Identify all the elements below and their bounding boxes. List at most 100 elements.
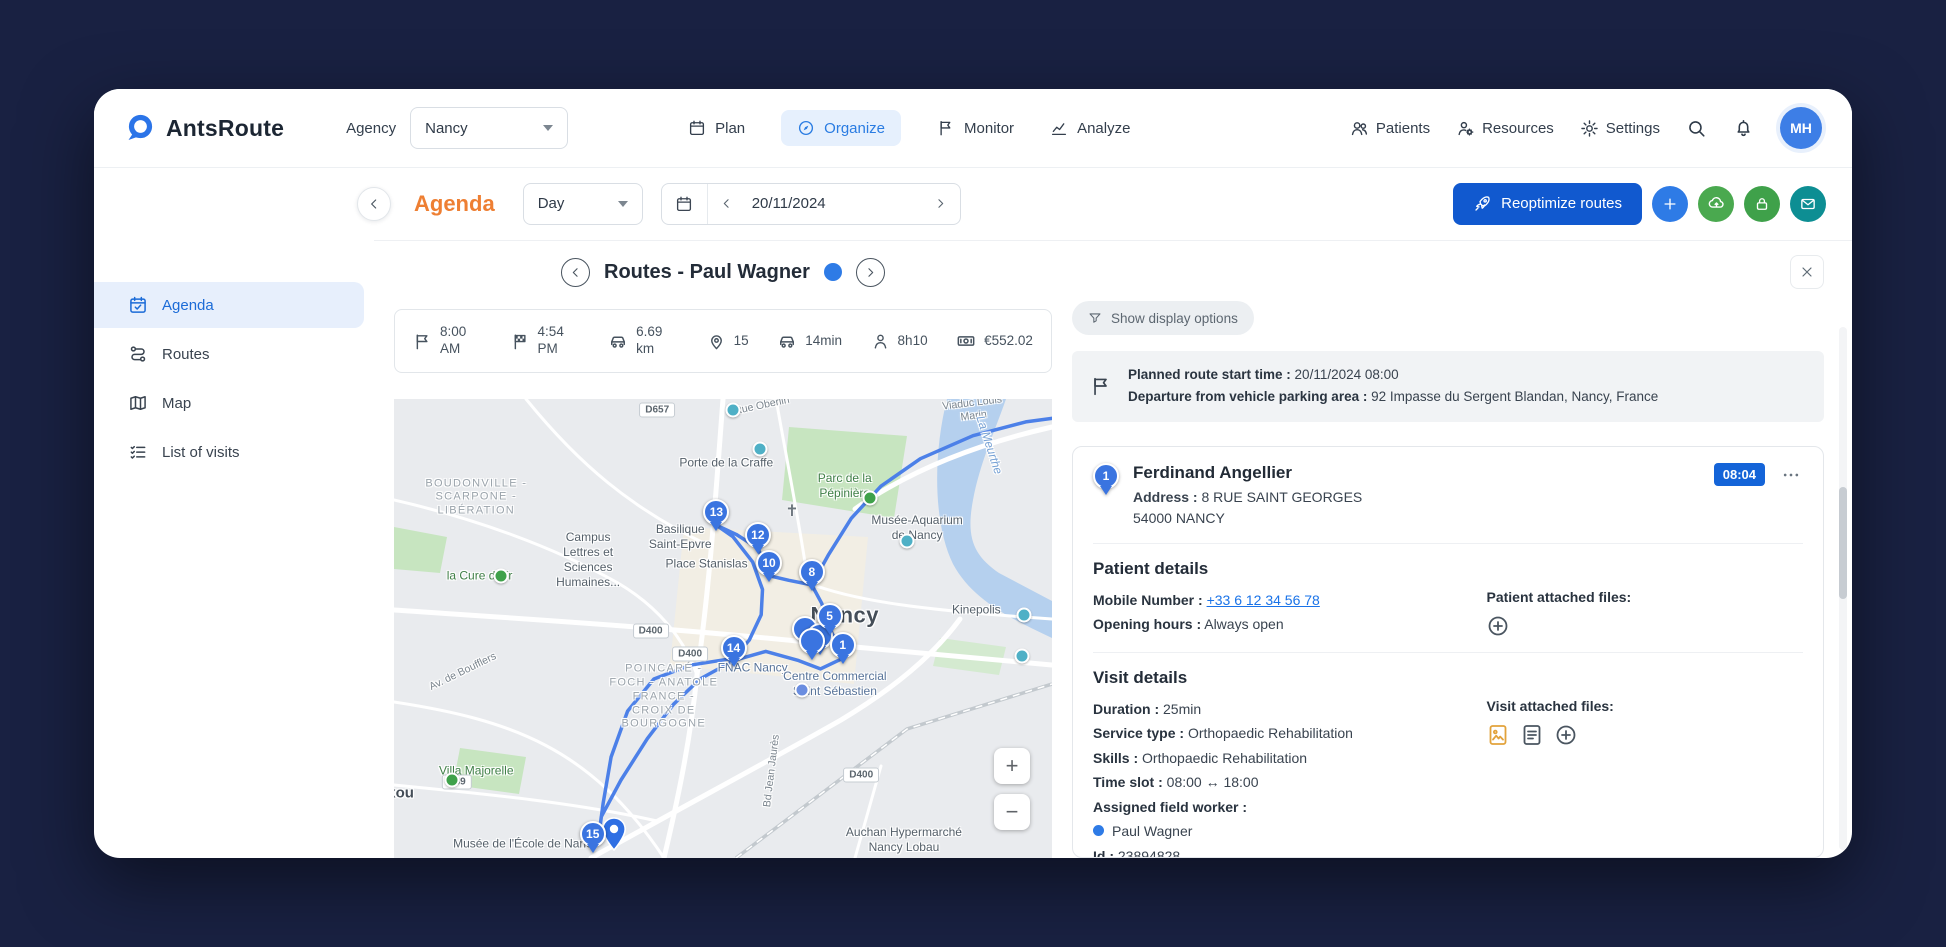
add-patient-file-icon[interactable] xyxy=(1486,614,1510,638)
nav-label: Settings xyxy=(1606,120,1660,137)
antsroute-logo[interactable]: AntsRoute xyxy=(124,112,284,144)
nav-item-monitor[interactable]: Monitor xyxy=(937,110,1014,146)
zoom-in-button[interactable]: + xyxy=(994,748,1030,784)
route-color-dot xyxy=(824,263,842,281)
map-marker-14[interactable]: 14 xyxy=(721,635,747,661)
map-marker-10[interactable]: 10 xyxy=(756,550,782,576)
map-label: Kinepolis xyxy=(952,603,1001,618)
road-badge: D657 xyxy=(639,403,675,418)
brand-name: AntsRoute xyxy=(166,115,284,142)
map-marker-5[interactable]: 5 xyxy=(817,603,843,629)
top-navbar: AntsRoute Agency Nancy Plan Organize Mon… xyxy=(94,89,1852,167)
road-badge: D400 xyxy=(633,623,669,638)
zoom-out-button[interactable]: − xyxy=(994,794,1030,830)
poi-icon xyxy=(1016,607,1031,622)
map-label: Bd Jean Jaurès xyxy=(761,734,783,808)
user-avatar[interactable]: MH xyxy=(1780,107,1822,149)
search-button[interactable] xyxy=(1686,118,1707,139)
scrollbar-thumb[interactable] xyxy=(1839,487,1847,599)
nav-label: Patients xyxy=(1376,120,1430,137)
nav-item-organize[interactable]: Organize xyxy=(781,110,901,146)
agency-label: Agency xyxy=(346,120,396,137)
map-marker-8[interactable]: 8 xyxy=(799,559,825,585)
car-icon xyxy=(777,331,797,351)
compass-icon xyxy=(797,119,815,137)
send-mail-button[interactable] xyxy=(1790,186,1826,222)
reoptimize-routes-button[interactable]: Reoptimize routes xyxy=(1453,183,1642,225)
show-display-options-button[interactable]: Show display options xyxy=(1072,301,1254,335)
nav-item-analyze[interactable]: Analyze xyxy=(1050,110,1130,146)
next-route-button[interactable] xyxy=(856,258,885,287)
route-panel: Routes - Paul Wagner 8:00 AM xyxy=(394,241,1052,858)
sidebar-item-label: Map xyxy=(162,395,191,412)
nav-item-patients[interactable]: Patients xyxy=(1350,110,1430,147)
route-map[interactable]: Rue OberlinViaduc Louis MarinLa MeurtheP… xyxy=(394,399,1052,858)
map-zoom-controls: + − xyxy=(994,748,1030,830)
sidebar-item-routes[interactable]: Routes xyxy=(94,331,364,377)
more-options-icon xyxy=(1781,465,1801,485)
map-label: Campus Lettres et Sciences Humaines... xyxy=(556,530,620,590)
map-label: Musée de l'École de Nancy xyxy=(453,837,598,852)
nav-item-plan[interactable]: Plan xyxy=(688,110,745,146)
map-marker-15[interactable]: 15 xyxy=(580,821,606,847)
previous-day-button[interactable] xyxy=(708,184,746,224)
calendar-icon xyxy=(675,195,693,213)
map-label: Rue Oberlin xyxy=(734,399,792,418)
map-label: POINCARÉ - FOCH - ANATOLE FRANCE - CROIX… xyxy=(609,663,718,732)
chart-icon xyxy=(1050,119,1068,137)
previous-route-button[interactable] xyxy=(561,258,590,287)
nav-item-resources[interactable]: Resources xyxy=(1456,110,1554,147)
lock-button[interactable] xyxy=(1744,186,1780,222)
sidebar: Agenda Routes Map List of visits xyxy=(94,167,374,858)
calendar-button[interactable] xyxy=(662,184,708,224)
sidebar-item-list-of-visits[interactable]: List of visits xyxy=(94,429,364,475)
add-visit-file-icon[interactable] xyxy=(1554,723,1578,747)
sidebar-item-agenda[interactable]: Agenda xyxy=(94,282,364,328)
nav-item-settings[interactable]: Settings xyxy=(1580,110,1660,147)
search-icon xyxy=(1686,118,1707,139)
map-marker-13[interactable]: 13 xyxy=(703,499,729,525)
divider xyxy=(1093,652,1803,653)
stat-driving-time: 14min xyxy=(777,331,842,351)
cloud-upload-icon xyxy=(1707,194,1726,213)
poi-icon xyxy=(863,490,878,505)
sidebar-item-map[interactable]: Map xyxy=(94,380,364,426)
agency-select-value: Nancy xyxy=(425,120,468,137)
road-badge: D400 xyxy=(843,768,879,783)
document-file-icon[interactable] xyxy=(1520,723,1544,747)
chevron-right-icon xyxy=(863,265,878,280)
cloud-sync-button[interactable] xyxy=(1698,186,1734,222)
person-icon xyxy=(871,332,890,351)
map-marker-stop[interactable] xyxy=(799,628,825,654)
mobile-number-link[interactable]: +33 6 12 34 56 78 xyxy=(1207,592,1320,608)
close-panel-button[interactable] xyxy=(1790,255,1824,289)
visit-menu-button[interactable] xyxy=(1779,463,1803,487)
visit-id-row: Id : 23894828 xyxy=(1093,844,1466,858)
patient-details-section: Patient details Mobile Number : +33 6 12… xyxy=(1093,559,1803,638)
arrival-time-badge: 08:04 xyxy=(1714,463,1765,486)
stat-stops: 15 xyxy=(707,332,749,351)
next-day-button[interactable] xyxy=(922,184,960,224)
chevron-down-icon xyxy=(543,125,553,131)
map-label: Musée-Aquarium de Nancy xyxy=(871,513,962,543)
start-flag-icon xyxy=(1090,375,1112,397)
stop-number-pin: 1 xyxy=(1093,463,1119,499)
person-gear-icon xyxy=(1456,119,1475,138)
sidebar-item-label: Routes xyxy=(162,346,210,363)
route-stats-bar: 8:00 AM 4:54 PM 6.69 km 15 xyxy=(394,309,1052,373)
map-marker-12[interactable]: 12 xyxy=(745,522,771,548)
page-title: Agenda xyxy=(414,191,495,217)
patient-name: Ferdinand Angellier xyxy=(1133,463,1362,483)
agency-select[interactable]: Nancy xyxy=(410,107,568,149)
collapse-sidebar-button[interactable] xyxy=(357,187,391,221)
flag-icon xyxy=(937,119,955,137)
poi-icon: ✝ xyxy=(785,501,798,521)
image-file-icon[interactable] xyxy=(1486,723,1510,747)
map-label: Place Stanislas xyxy=(666,557,748,572)
poi-icon xyxy=(725,403,740,418)
view-mode-select[interactable]: Day xyxy=(523,183,643,225)
date-picker: 20/11/2024 xyxy=(661,183,961,225)
notifications-button[interactable] xyxy=(1733,118,1754,139)
map-marker-1[interactable]: 1 xyxy=(830,632,856,658)
add-button[interactable] xyxy=(1652,186,1688,222)
